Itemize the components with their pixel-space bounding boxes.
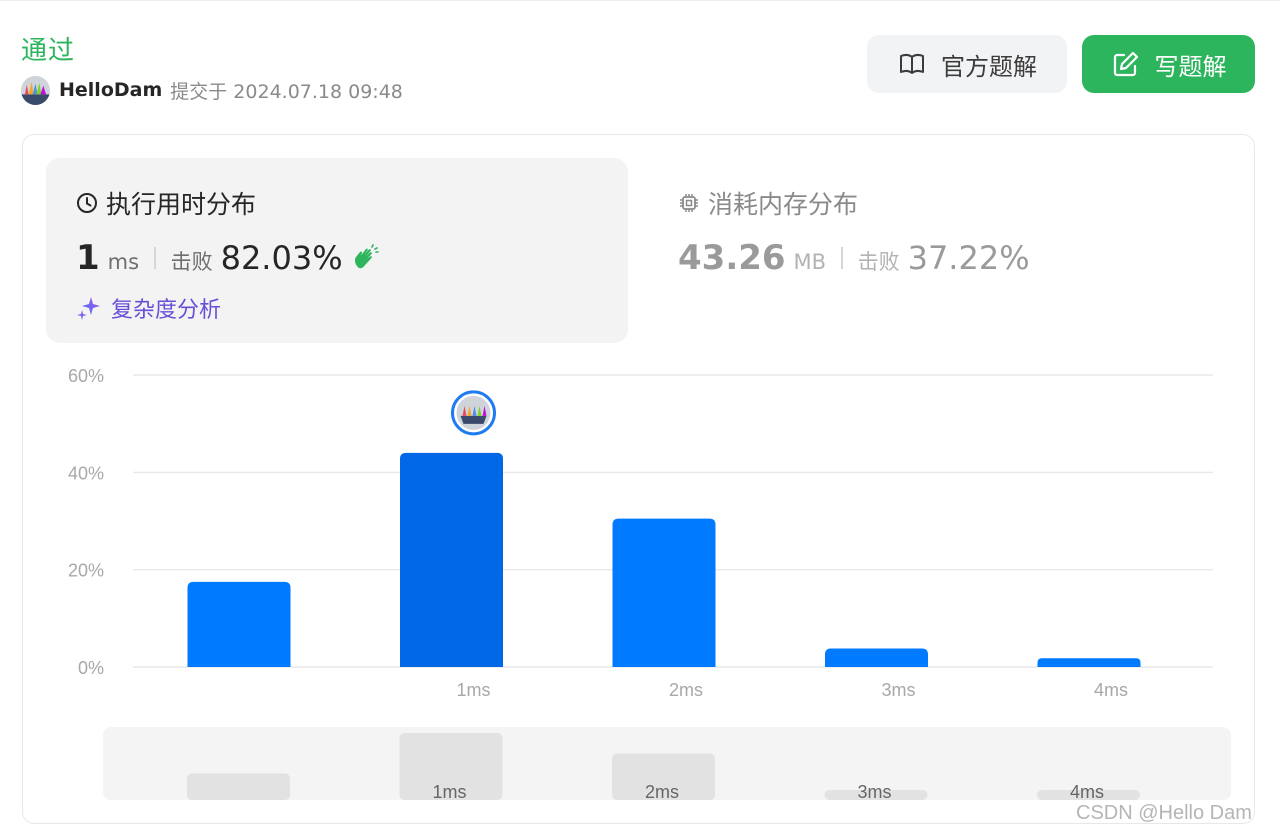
- username[interactable]: HelloDam: [59, 79, 162, 101]
- top-border: [0, 0, 1280, 1]
- overview-label: 4ms: [1070, 782, 1104, 802]
- book-icon: [900, 53, 924, 74]
- overview-label: 2ms: [645, 782, 679, 802]
- submission-time: 提交于 2024.07.18 09:48: [170, 80, 403, 103]
- user-avatar[interactable]: [21, 75, 50, 105]
- user-marker-base: [460, 415, 487, 424]
- chart-bar[interactable]: [612, 518, 716, 667]
- edit-icon: [1113, 51, 1138, 77]
- submitter-info: HelloDam 提交于 2024.07.18 09:48: [21, 74, 403, 106]
- y-tick-label: 60%: [68, 366, 104, 386]
- y-tick-label: 40%: [68, 463, 104, 483]
- write-solution-label: 写题解: [1154, 52, 1227, 81]
- overview-bar: [187, 773, 290, 800]
- y-tick-label: 0%: [78, 658, 104, 678]
- chart-bar[interactable]: [1037, 658, 1141, 667]
- chart-bar[interactable]: [400, 452, 503, 667]
- overview-label: 1ms: [432, 782, 466, 802]
- y-tick-label: 20%: [68, 561, 104, 581]
- overview-label: 3ms: [857, 782, 891, 802]
- watermark: CSDN @Hello Dam: [1076, 802, 1252, 824]
- chart-bar[interactable]: [187, 581, 291, 667]
- chart-canvas: 0% 20% 40% 60% 1ms 2ms 3ms 4ms 1ms 2ms 3ms 4ms: [68, 366, 1231, 802]
- official-solution-button[interactable]: 官方题解: [867, 35, 1067, 93]
- official-solution-label: 官方题解: [941, 52, 1037, 81]
- runtime-distribution-chart: 0% 20% 40% 60% 1ms 2ms 3ms 4ms 1ms 2ms 3ms 4ms: [23, 135, 1254, 823]
- result-card: 执行用时分布 1 ms 击败 82.03% 复杂度分析 消耗内存分布 43.26…: [22, 134, 1255, 824]
- x-tick-label: 3ms: [881, 680, 915, 700]
- submission-status: 通过: [21, 36, 76, 66]
- x-tick-label: 1ms: [456, 680, 490, 700]
- write-solution-button[interactable]: 写题解: [1082, 35, 1255, 93]
- x-tick-label: 4ms: [1094, 680, 1128, 700]
- x-tick-label: 2ms: [669, 680, 703, 700]
- chart-bar[interactable]: [825, 648, 928, 667]
